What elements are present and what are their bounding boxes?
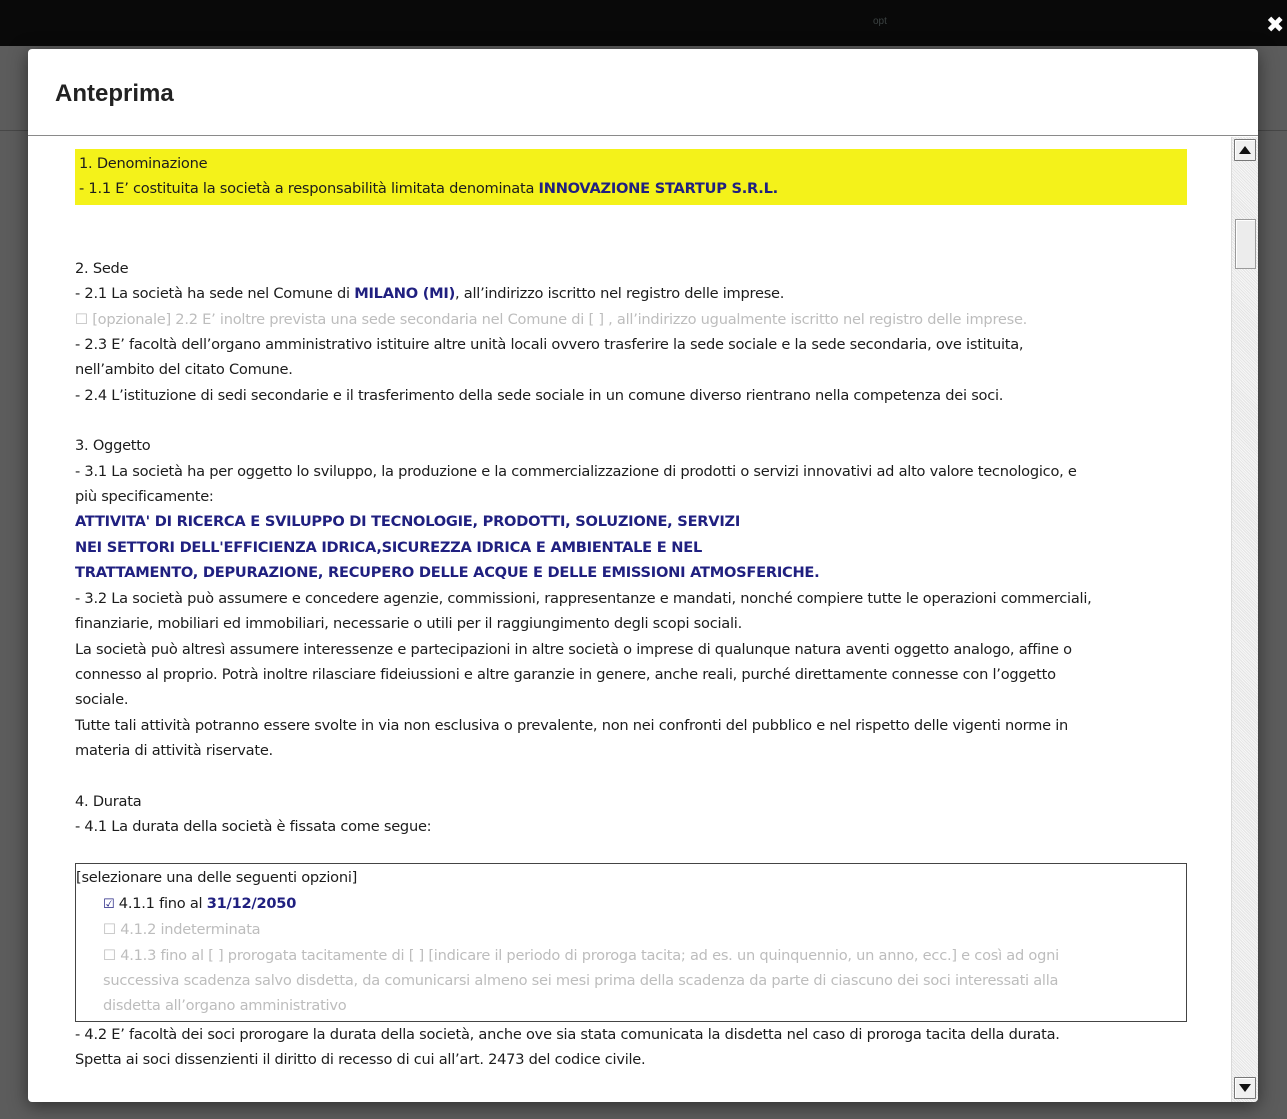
arrow-up-icon [1239,146,1251,154]
clause-2-3-line2: nell’ambito del citato Comune. [75,361,293,379]
scroll-up-button[interactable] [1234,139,1256,161]
city-value: MILANO (MI) [354,285,456,303]
end-date-value: 31/12/2050 [206,894,297,912]
clause-2-3-line1: - 2.3 E’ facoltà dell’organo amministrat… [75,336,1024,354]
duration-options-box: [selezionare una delle seguenti opzioni]… [75,863,1187,1022]
paragraph-line: connesso al proprio. Potrà inoltre rilas… [75,665,1056,683]
object-value-line2: NEI SETTORI DELL'EFFICIENZA IDRICA,SICUR… [75,538,703,556]
option-4-1-3-line1: ☐ 4.1.3 fino al [ ] prorogata tacitament… [103,946,1059,964]
vertical-scrollbar[interactable] [1231,137,1258,1102]
object-value-line3: TRATTAMENTO, DEPURAZIONE, RECUPERO DELLE… [75,564,820,582]
option-4-1-3-line3: disdetta all’organo amministrativo [103,997,347,1015]
checkbox-checked-icon: ☑ [103,896,115,912]
section-oggetto: 3. Oggetto - 3.1 La società ha per ogget… [75,433,1187,763]
options-instruction: [selezionare una delle seguenti opzioni] [76,869,358,887]
section-durata: 4. Durata - 4.1 La durata della società … [75,789,1187,1073]
clause-3-2-line2: finanziarie, mobiliari ed immobiliari, n… [75,615,742,633]
clause-4-2-line2: Spetta ai soci dissenzienti il diritto d… [75,1051,646,1069]
paragraph-line: materia di attività riservate. [75,742,273,760]
clause-3-2-line1: - 3.2 La società può assumere e conceder… [75,589,1092,607]
paragraph-line: sociale. [75,691,129,709]
clause-3-1-line2: più specificamente: [75,488,214,506]
clause-3-1-line1: - 3.1 La società ha per oggetto lo svilu… [75,462,1077,480]
section-sede: 2. Sede - 2.1 La società ha sede nel Com… [75,256,1187,408]
section-heading: 1. Denominazione [79,155,208,172]
option-4-1-2: ☐ 4.1.2 indeterminata [103,921,261,939]
clause-2-2-optional: ☐ [opzionale] 2.2 E’ inoltre prevista un… [75,310,1028,328]
modal-body[interactable]: 1. Denominazione - 1.1 E’ costituita la … [28,137,1258,1102]
arrow-down-icon [1239,1084,1251,1092]
option-4-1-3-line2: successiva scadenza salvo disdetta, da c… [103,971,1059,989]
scrollbar-thumb[interactable] [1235,219,1256,269]
clause-4-1: - 4.1 La durata della società è fissata … [75,817,432,835]
section-heading: 3. Oggetto [75,437,151,455]
clause-2-1: - 2.1 La società ha sede nel Comune di M… [75,285,785,303]
modal-title: Anteprima [55,80,174,107]
section-heading: 2. Sede [75,259,129,277]
paragraph-line: Tutte tali attività potranno essere svol… [75,716,1069,734]
close-icon[interactable]: ✖ [1266,14,1284,36]
section-denominazione: 1. Denominazione - 1.1 E’ costituita la … [75,149,1187,205]
company-name-value: INNOVAZIONE STARTUP S.R.L. [538,180,779,198]
clause-4-2-line1: - 4.2 E’ facoltà dei soci prorogare la d… [75,1025,1060,1043]
object-value-line1: ATTIVITA' DI RICERCA E SVILUPPO DI TECNO… [75,513,741,531]
paragraph-line: La società può altresì assumere interess… [75,640,1072,658]
section-heading: 4. Durata [75,792,142,810]
document-preview: 1. Denominazione - 1.1 E’ costituita la … [75,149,1187,1073]
clause-1-1: - 1.1 E’ costituita la società a respons… [79,180,779,198]
preview-modal: Anteprima 1. Denominazione - 1.1 E’ cost… [28,49,1258,1102]
scroll-down-button[interactable] [1234,1077,1256,1099]
modal-header: Anteprima [28,49,1258,136]
option-4-1-1: ☑ 4.1.1 fino al 31/12/2050 [103,894,297,912]
clause-2-4: - 2.4 L’istituzione di sedi secondarie e… [75,386,1004,404]
